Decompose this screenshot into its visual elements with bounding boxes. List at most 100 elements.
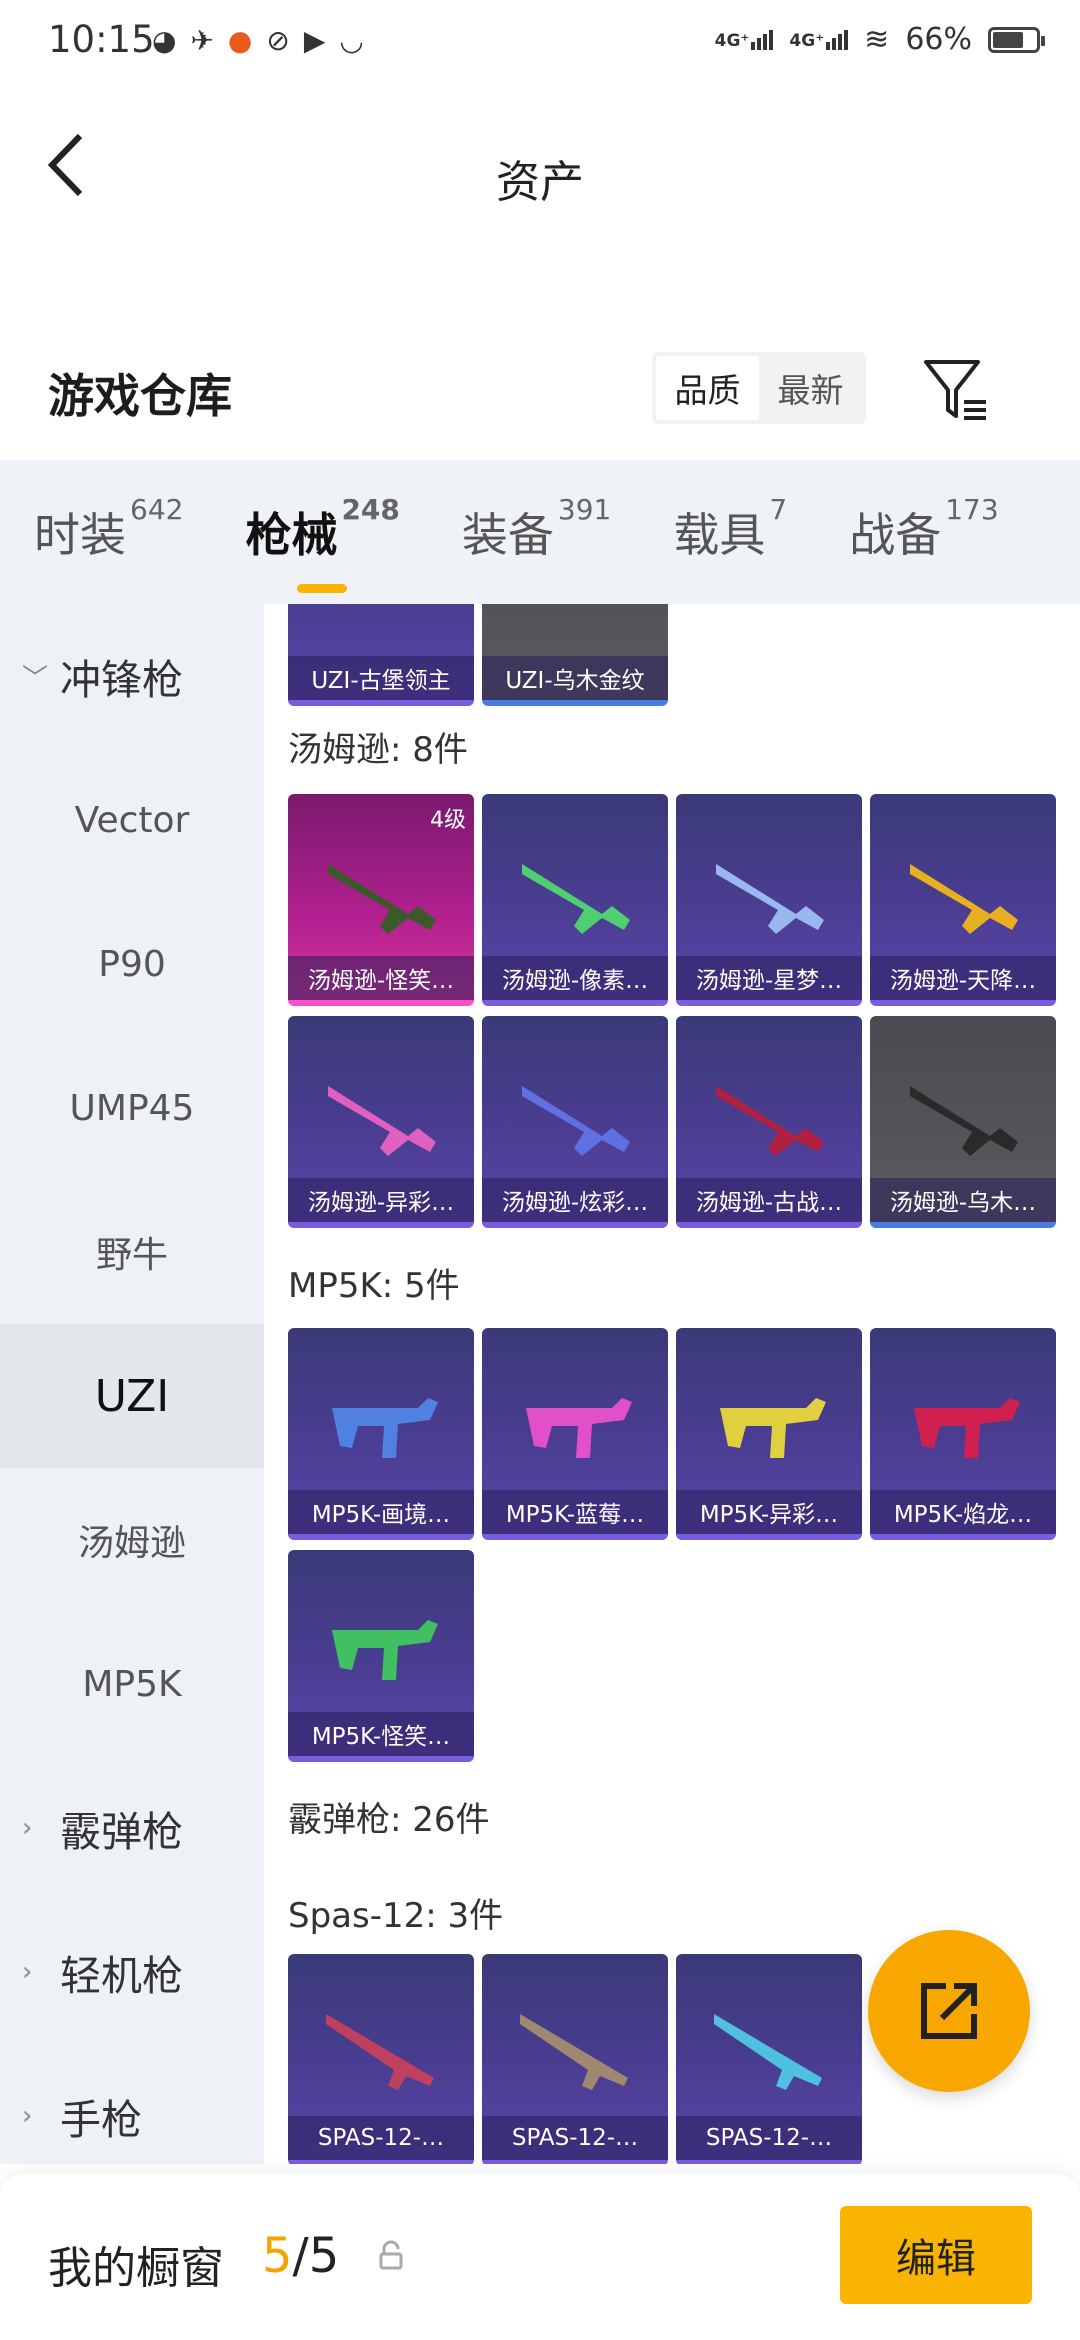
sidebar-group-smg[interactable]: ﹀ 冲锋枪 (0, 604, 264, 748)
tab-fashion[interactable]: 时装 642 (34, 493, 183, 565)
chevron-right-icon: › (22, 1813, 33, 1843)
status-bar: 10:15 ◕ ✈ ● ⊘ ▶ ◡ 4G⁺ 4G⁺ ≋ 66% (0, 0, 1080, 86)
showcase-count: 5/5 (262, 2228, 340, 2284)
sidebar-item-p90[interactable]: P90 (0, 892, 264, 1036)
showcase-bar: 我的橱窗 5/5 编辑 (0, 2174, 1080, 2340)
weapon-card[interactable]: 汤姆逊-古战… (676, 1016, 862, 1228)
weapon-card-name: SPAS-12-… (288, 2116, 474, 2160)
weapon-card[interactable]: SPAS-12-… (482, 1954, 668, 2164)
weapon-card-name: 汤姆逊-异彩… (288, 1178, 474, 1222)
sidebar-item-vector[interactable]: Vector (0, 748, 264, 892)
weapon-card-name: 汤姆逊-乌木… (870, 1178, 1056, 1222)
weapon-card-name: SPAS-12-… (482, 2116, 668, 2160)
weapon-card[interactable]: MP5K-焰龙… (870, 1328, 1056, 1540)
weapon-card[interactable]: SPAS-12-… (288, 1954, 474, 2164)
weapon-card-name: 汤姆逊-怪笑… (288, 956, 474, 1000)
edit-button[interactable]: 编辑 (840, 2206, 1032, 2304)
sidebar-item-uzi[interactable]: UZI (0, 1324, 264, 1468)
section-title-mp5k: MP5K: 5件 (288, 1266, 460, 1306)
cup-icon: ◡ (339, 24, 364, 57)
sidebar-group-pistol[interactable]: › 手枪 (0, 2044, 264, 2188)
weapon-card-name: MP5K-怪笑… (288, 1712, 474, 1756)
link-icon: ⊘ (266, 24, 290, 57)
tab-vehicles[interactable]: 载具 7 (673, 493, 787, 565)
signal-icon: 4G⁺ (715, 29, 774, 50)
sidebar-item-bizon[interactable]: 野牛 (0, 1180, 264, 1324)
gun-icon (716, 864, 824, 934)
filter-icon[interactable] (922, 356, 990, 424)
weapon-card-name: UZI-古堡领主 (288, 656, 474, 700)
sort-newest[interactable]: 最新 (759, 356, 862, 420)
weapon-card[interactable]: SPAS-12-… (676, 1954, 862, 2164)
gun-icon (328, 864, 436, 934)
weapon-card[interactable]: 汤姆逊-星梦… (676, 794, 862, 1006)
gun-icon (332, 1620, 438, 1680)
sidebar-item-mp5k[interactable]: MP5K (0, 1612, 264, 1756)
weapon-card-name: 汤姆逊-炫彩… (482, 1178, 668, 1222)
play-icon: ▶ (303, 24, 326, 57)
lock-icon (379, 2240, 403, 2270)
weapon-card[interactable]: 汤姆逊-异彩… (288, 1016, 474, 1228)
gun-icon (522, 864, 630, 934)
weapon-card[interactable]: MP5K-异彩… (676, 1328, 862, 1540)
gun-icon (910, 1086, 1018, 1156)
gun-icon (328, 1086, 436, 1156)
chevron-right-icon: › (22, 1957, 33, 1987)
section-title-thompson: 汤姆逊: 8件 (288, 730, 468, 770)
sidebar-item-thompson[interactable]: 汤姆逊 (0, 1468, 264, 1612)
gun-icon (332, 1398, 438, 1458)
weapon-card-name: UZI-乌木金纹 (482, 656, 668, 700)
sidebar-group-lmg[interactable]: › 轻机枪 (0, 1900, 264, 2044)
weapon-card[interactable]: MP5K-蓝莓… (482, 1328, 668, 1540)
page-title: 资产 (496, 157, 584, 208)
plane-icon: ✈ (190, 24, 214, 57)
nav-bar: 资产 (0, 86, 1080, 246)
weapon-card-name: 汤姆逊-星梦… (676, 956, 862, 1000)
weapon-card[interactable]: 4级 汤姆逊-怪笑… (288, 794, 474, 1006)
wifi-icon: ≋ (864, 22, 890, 57)
tab-tactical[interactable]: 战备 173 (849, 493, 998, 565)
weapon-card-name: SPAS-12-… (676, 2116, 862, 2160)
weapon-card[interactable]: MP5K-画境… (288, 1328, 474, 1540)
gun-icon (714, 2014, 822, 2090)
weapon-card[interactable]: 汤姆逊-乌木… (870, 1016, 1056, 1228)
signal-icon-2: 4G⁺ (789, 29, 849, 50)
pumpkin-icon: ● (227, 24, 253, 57)
gun-icon (520, 2014, 628, 2090)
tab-guns[interactable]: 枪械 248 (245, 493, 400, 593)
sort-quality[interactable]: 品质 (656, 356, 759, 420)
weapon-card[interactable]: 汤姆逊-炫彩… (482, 1016, 668, 1228)
weapon-card-name: 汤姆逊-像素… (482, 956, 668, 1000)
weapon-card-name: MP5K-画境… (288, 1490, 474, 1534)
gun-icon (910, 864, 1018, 934)
battery-percent: 66% (905, 22, 972, 57)
wechat-icon: ◕ (152, 24, 177, 57)
section-title-shotgun: 霰弹枪: 26件 (288, 1800, 490, 1840)
notification-icons: ◕ ✈ ● ⊘ ▶ ◡ (152, 24, 364, 57)
sidebar-group-shotgun[interactable]: › 霰弹枪 (0, 1756, 264, 1900)
gun-icon (526, 1398, 632, 1458)
weapon-sidebar: ﹀ 冲锋枪 Vector P90 UMP45 野牛 UZI 汤姆逊 MP5K › 霰… (0, 604, 264, 2164)
battery-icon (988, 26, 1045, 53)
gun-icon (716, 1086, 824, 1156)
tab-equipment[interactable]: 装备 391 (462, 493, 611, 565)
weapon-card-name: 汤姆逊-天降… (870, 956, 1056, 1000)
weapon-card[interactable]: UZI-古堡领主 (288, 604, 474, 706)
level-badge: 4级 (430, 808, 466, 833)
gun-icon (720, 1398, 826, 1458)
weapon-card[interactable]: MP5K-怪笑… (288, 1550, 474, 1762)
sort-toggle: 品质 最新 (652, 352, 866, 424)
weapon-card[interactable]: 汤姆逊-天降… (870, 794, 1056, 1006)
weapon-card[interactable]: 汤姆逊-像素… (482, 794, 668, 1006)
weapon-card-name: 汤姆逊-古战… (676, 1178, 862, 1222)
gun-icon (914, 1398, 1020, 1458)
weapon-card[interactable]: UZI-乌木金纹 (482, 604, 668, 706)
gun-icon (326, 2014, 434, 2090)
gun-icon (522, 1086, 630, 1156)
chevron-down-icon: ﹀ (22, 663, 49, 694)
showcase-label: 我的橱窗 (48, 2243, 224, 2294)
warehouse-header: 游戏仓库 品质 最新 (0, 330, 1080, 460)
sidebar-item-ump45[interactable]: UMP45 (0, 1036, 264, 1180)
share-button[interactable] (868, 1930, 1030, 2092)
weapon-card-name: MP5K-蓝莓… (482, 1490, 668, 1534)
